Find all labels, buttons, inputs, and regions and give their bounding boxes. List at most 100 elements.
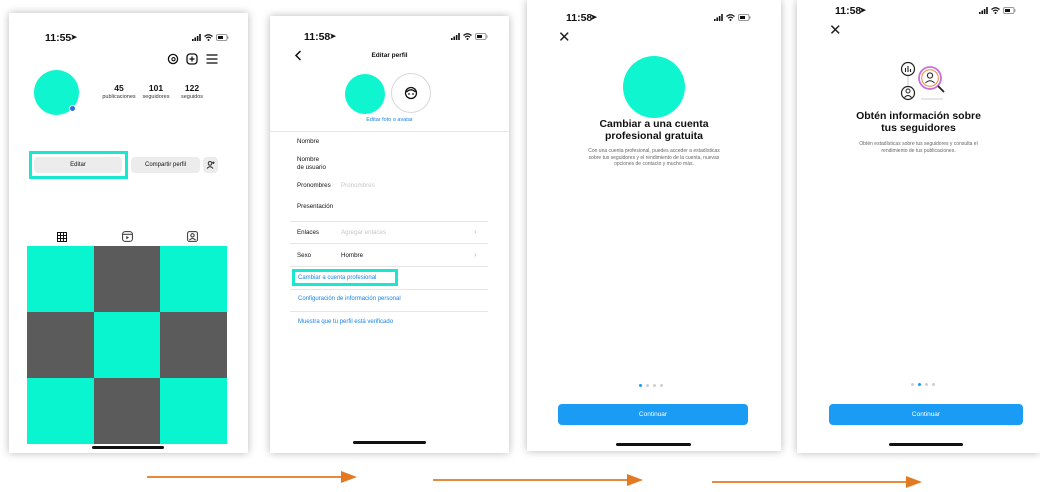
location-arrow-icon: ➤	[329, 31, 337, 41]
status-time: 11:58	[835, 5, 862, 17]
post-thumbnail[interactable]	[93, 378, 161, 444]
screen-switch-professional: 11:58 ➤ ✕ Cambiar a una cuenta profesion…	[527, 0, 781, 451]
battery-icon	[1003, 7, 1016, 14]
title-line-1: Obtén información sobre	[856, 110, 981, 122]
add-story-badge[interactable]	[69, 105, 76, 112]
verified-link[interactable]: Muestra que tu perfil está verificado	[298, 319, 393, 325]
continue-button[interactable]: Continuar	[558, 404, 748, 425]
location-arrow-icon: ➤	[590, 12, 598, 22]
description-line-3: opciones de contacto y mucho más.	[614, 161, 694, 167]
name-label: Nombre	[297, 138, 320, 145]
location-arrow-icon: ➤	[70, 32, 78, 42]
bio-label[interactable]: Presentación	[297, 203, 333, 211]
posts-grid	[27, 246, 227, 444]
battery-icon	[738, 14, 751, 21]
highlight-switch-professional	[292, 269, 398, 286]
grid-tab-icon[interactable]	[57, 232, 67, 242]
gender-value[interactable]: Hombre	[341, 252, 363, 259]
flow-arrow-1	[147, 471, 357, 483]
divider	[290, 289, 488, 290]
signal-icon	[714, 14, 723, 21]
signal-icon	[192, 34, 201, 41]
description-line-2: rendimiento de tus publicaciones.	[881, 147, 956, 154]
status-time: 11:58	[304, 31, 331, 43]
chevron-right-icon: ›	[474, 250, 477, 259]
wifi-icon	[726, 14, 735, 21]
screen-profile: 11:55 ➤ 45 publicaciones 101 seguidores …	[9, 13, 248, 453]
status-icons	[192, 34, 229, 41]
title-line-2: tus seguidores	[881, 122, 956, 134]
add-person-button[interactable]	[203, 157, 218, 173]
highlight-edit-button	[29, 151, 128, 179]
status-icons	[979, 7, 1016, 14]
flow-arrow-2	[433, 474, 643, 486]
divider	[290, 266, 488, 267]
status-time: 11:58	[566, 12, 593, 24]
page-dot	[925, 383, 928, 386]
reels-tab-icon[interactable]	[122, 231, 133, 242]
post-thumbnail[interactable]	[27, 246, 94, 312]
page-dot	[653, 384, 656, 387]
title-line-1: Cambiar a una cuenta	[599, 118, 709, 130]
post-thumbnail[interactable]	[160, 312, 227, 378]
avatar-face-icon	[404, 86, 418, 100]
divider	[270, 131, 509, 132]
stat-followers[interactable]: 101 seguidores	[139, 83, 173, 100]
divider	[290, 243, 488, 244]
home-indicator	[616, 443, 691, 446]
username-label-2: de usuario	[297, 164, 326, 171]
continue-button[interactable]: Continuar	[829, 404, 1023, 425]
add-person-icon	[206, 161, 215, 169]
share-profile-button[interactable]: Compartir perfil	[131, 157, 200, 173]
post-thumbnail[interactable]	[27, 378, 94, 444]
links-input[interactable]: Agregar enlaces	[341, 229, 386, 236]
page-dot	[660, 384, 663, 387]
pronouns-label: Pronombres	[297, 182, 331, 189]
profile-avatar[interactable]	[345, 74, 385, 114]
page-dot	[646, 384, 649, 387]
wifi-icon	[204, 34, 213, 41]
avatar-option[interactable]	[391, 73, 431, 113]
tagged-tab-icon[interactable]	[187, 231, 198, 242]
screen-edit-profile: 11:58 ➤ Editar perfil Editar foto o avat…	[270, 16, 509, 453]
home-indicator	[92, 446, 164, 449]
pronouns-input[interactable]: Pronombres	[341, 182, 375, 189]
gender-label: Sexo	[297, 252, 312, 259]
profile-avatar	[623, 56, 685, 118]
add-icon[interactable]	[186, 53, 198, 65]
username-label-1: Nombre	[297, 156, 320, 163]
page-dot	[911, 383, 914, 386]
post-thumbnail[interactable]	[160, 378, 227, 444]
post-thumbnail[interactable]	[93, 246, 161, 312]
edit-photo-link[interactable]: Editar foto o avatar	[270, 117, 509, 123]
screen-insights: 11:58 ➤ ✕ Obtén información sobre tus se…	[797, 0, 1040, 453]
threads-icon[interactable]	[167, 53, 179, 65]
post-thumbnail[interactable]	[160, 246, 227, 312]
divider	[290, 311, 488, 312]
post-thumbnail[interactable]	[27, 312, 94, 378]
page-dot	[932, 383, 935, 386]
page-dots	[911, 383, 935, 386]
page-title: Editar perfil	[371, 52, 408, 59]
stat-following[interactable]: 122 seguidos	[175, 83, 209, 100]
close-icon[interactable]: ✕	[829, 23, 842, 38]
flow-arrow-3	[712, 476, 922, 488]
status-icons	[714, 14, 751, 21]
title-line-2: profesional gratuita	[604, 130, 703, 142]
wifi-icon	[991, 7, 1000, 14]
wifi-icon	[463, 33, 472, 40]
close-icon[interactable]: ✕	[558, 30, 571, 45]
divider	[290, 221, 488, 222]
page-dots	[639, 384, 663, 387]
location-arrow-icon: ➤	[859, 5, 867, 15]
menu-icon[interactable]	[206, 54, 218, 64]
battery-icon	[475, 33, 488, 40]
status-icons	[451, 33, 488, 40]
links-label: Enlaces	[297, 229, 320, 236]
home-indicator	[353, 441, 426, 444]
post-thumbnail[interactable]	[93, 312, 161, 378]
status-time: 11:55	[45, 32, 72, 44]
chevron-right-icon: ›	[474, 227, 477, 236]
personal-info-link[interactable]: Configuración de información personal	[298, 296, 401, 302]
stat-posts[interactable]: 45 publicaciones	[101, 83, 137, 100]
